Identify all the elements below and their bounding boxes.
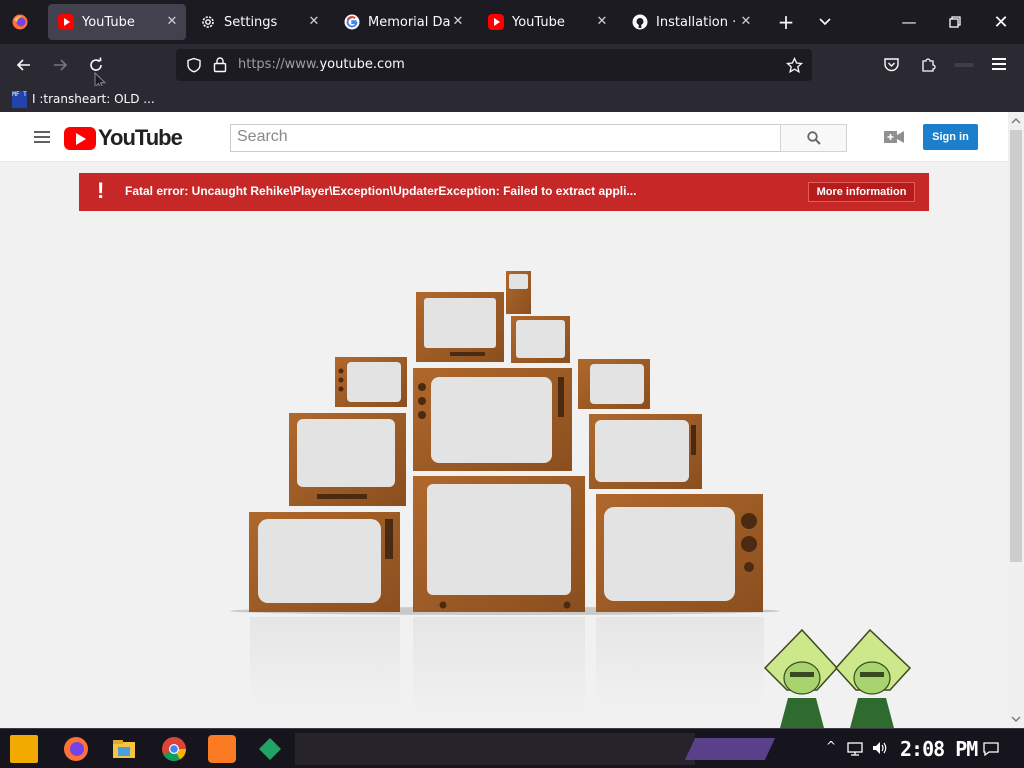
extension-icon[interactable] [954,63,974,67]
tab-installation[interactable]: Installation · Re ✕ [622,4,760,40]
broken-tv-stack-illustration [230,271,780,717]
taskbar: ^ 2:08 PM [0,728,1024,768]
tray-overflow-chevron-icon[interactable]: ^ [826,739,836,753]
page-content: YouTube Search Sign in ! Fatal error: Un… [0,112,1008,728]
scroll-down-icon[interactable] [1010,714,1022,724]
forward-button[interactable] [45,50,75,80]
arrow-left-icon [16,59,30,71]
tab-youtube-active[interactable]: YouTube ✕ [48,4,186,40]
shield-icon[interactable] [186,57,202,73]
bookmark-item[interactable]: MF T I :transheart: OLD ... [12,89,155,109]
network-icon[interactable] [847,741,865,757]
tab-label: YouTube [82,14,135,30]
error-banner: ! Fatal error: Uncaught Rehike\Player\Ex… [79,173,929,211]
menu-hamburger-icon[interactable] [992,58,1006,70]
close-window-button[interactable]: ✕ [978,0,1024,44]
guide-menu-icon[interactable] [34,131,50,146]
youtube-icon [58,14,74,30]
search-button[interactable] [780,124,847,152]
xampp-icon[interactable] [208,735,236,763]
close-icon[interactable]: ✕ [738,14,754,30]
scrollbar-thumb[interactable] [1010,130,1022,562]
app-diamond-icon[interactable] [256,735,284,763]
back-button[interactable] [9,50,39,80]
file-explorer-icon[interactable] [110,735,138,763]
youtube-logo[interactable]: YouTube [64,125,183,151]
bookmarks-toolbar: MF T I :transheart: OLD ... [0,86,1024,112]
new-tab-button[interactable]: + [771,7,801,37]
tab-list-chevron-icon[interactable] [818,15,832,29]
search-icon [806,131,821,145]
google-icon [344,14,360,30]
youtube-play-icon [64,126,96,150]
taskbar-decoration [684,738,776,760]
extensions-puzzle-icon[interactable] [920,56,937,73]
close-icon[interactable]: ✕ [306,14,322,30]
tab-youtube[interactable]: YouTube ✕ [478,4,616,40]
chrome-icon[interactable] [160,735,188,763]
taskbar-clock[interactable]: 2:08 PM [900,737,978,761]
url-text[interactable]: https://www.youtube.com [238,57,405,72]
scroll-up-icon[interactable] [1010,116,1022,126]
tab-label: YouTube [512,14,565,30]
pocket-icon[interactable] [883,56,900,73]
url-scheme: https://www. [238,57,320,72]
taskbar-wallpaper-strip [295,733,695,765]
youtube-header: YouTube Search Sign in [0,112,1008,162]
tab-label: Settings [224,14,278,30]
restore-icon [949,16,961,28]
notification-center-icon[interactable] [983,741,999,757]
firefox-taskbar-icon[interactable] [62,735,90,763]
upload-video-camera-icon[interactable] [884,129,904,145]
gear-icon [202,16,214,28]
search-input[interactable]: Search [230,124,781,152]
start-button-icon[interactable] [10,735,38,763]
arrow-right-icon [54,59,68,71]
minimize-button[interactable]: — [886,0,932,44]
close-icon[interactable]: ✕ [164,14,180,30]
tab-label: Installation · Re [656,14,738,30]
error-message: Fatal error: Uncaught Rehike\Player\Exce… [125,184,637,198]
error-icon: ! [97,178,105,203]
sign-in-button[interactable]: Sign in [923,124,978,150]
tab-strip: YouTube ✕ Settings ✕ Memorial Day - ✕ Yo… [0,0,1024,44]
bookmark-favicon-icon: MF T [12,90,27,108]
bookmark-label: I :transheart: OLD ... [32,92,155,106]
desktop-character-icon [763,628,912,728]
navigation-toolbar: https://www.youtube.com [0,44,1024,90]
star-bookmark-icon[interactable] [786,57,803,74]
lock-icon[interactable] [212,56,228,73]
github-icon [632,14,648,30]
url-domain: youtube.com [319,57,405,72]
tab-settings[interactable]: Settings ✕ [190,4,328,40]
tab-label: Memorial Day - [368,14,450,30]
close-icon[interactable]: ✕ [594,14,610,30]
youtube-icon [488,14,504,30]
logo-wordmark: YouTube [98,125,183,150]
address-bar[interactable]: https://www.youtube.com [176,49,812,81]
tab-memorial-day[interactable]: Memorial Day - ✕ [334,4,472,40]
reload-icon [90,57,102,71]
more-information-button[interactable]: More information [808,182,915,202]
close-icon[interactable]: ✕ [450,14,466,30]
volume-icon[interactable] [871,740,889,756]
restore-button[interactable] [932,0,978,44]
firefox-icon[interactable] [12,14,28,30]
